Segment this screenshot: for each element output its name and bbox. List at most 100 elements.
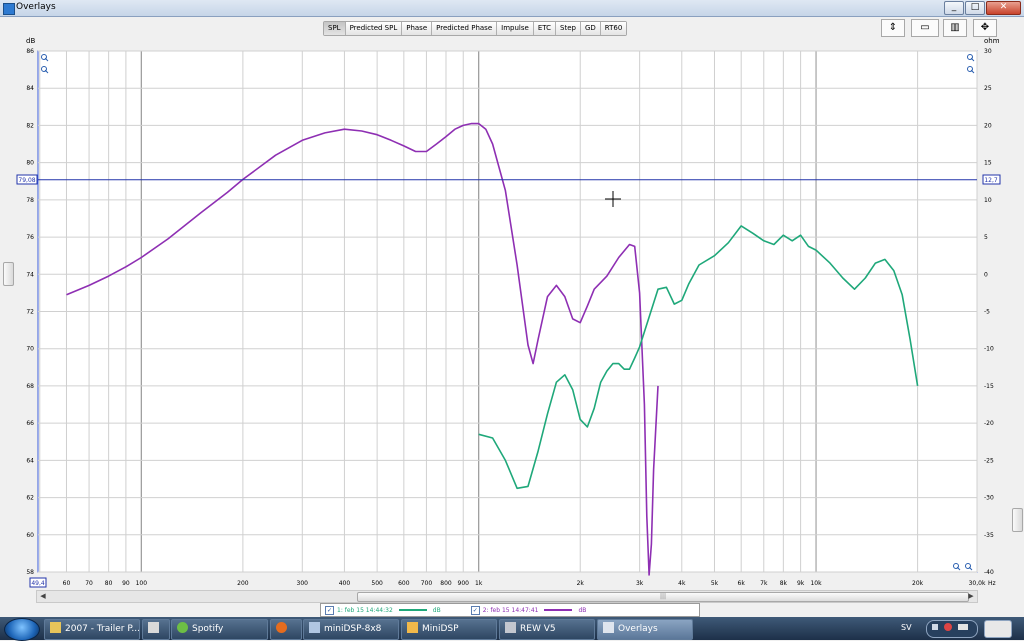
y2-tick-label: 20	[984, 122, 992, 129]
y-tick-label: 86	[26, 48, 34, 55]
system-tray: SV	[900, 617, 1024, 640]
taskbar-label: Overlays	[618, 624, 658, 634]
taskbar-item-minidsp-8x8[interactable]: miniDSP-8x8	[303, 619, 399, 640]
x-tick-label: 1k	[475, 580, 483, 587]
y-tick-label: 76	[26, 234, 34, 241]
folder-icon	[50, 622, 61, 633]
y2-tick-label: 0	[984, 271, 988, 278]
y-tick-label: 62	[26, 495, 34, 502]
tray-network-icon[interactable]	[958, 624, 968, 630]
y2-tick-label: -15	[984, 383, 994, 390]
x-tick-label: 700	[421, 580, 433, 587]
taskbar-label: REW V5	[520, 624, 556, 634]
x-tick-label: 900	[458, 580, 470, 587]
spl-overlay-graph[interactable]: 60 70 80 90 100 200 300 400 500 600 700 800 900 1k 2k 3…	[0, 0, 1024, 600]
x-tick-label: 90	[122, 580, 130, 587]
x-tick-label: 20k	[912, 580, 924, 587]
x-tick-label: 500	[371, 580, 383, 587]
taskbar-item-firefox[interactable]	[270, 619, 302, 640]
y-tick-label: 60	[26, 532, 34, 539]
freq-cursor-box: 49,4	[29, 577, 47, 588]
x-tick-label: 3k	[636, 580, 644, 587]
firefox-icon	[276, 622, 287, 633]
y-tick-label: 74	[26, 271, 34, 278]
x-tick-label: 9k	[797, 580, 805, 587]
x-tick-label: 5k	[711, 580, 719, 587]
x-tick-label: 4k	[678, 580, 686, 587]
x-tick-label: 8k	[780, 580, 788, 587]
y2-tick-label: -5	[984, 309, 990, 316]
x-tick-label: 80	[105, 580, 113, 587]
taskbar-item-overlays[interactable]: Overlays	[597, 619, 693, 640]
spotify-icon	[177, 622, 188, 633]
freq-cursor-value: 49,4	[31, 580, 45, 587]
legend-checkbox-2[interactable]: ✓	[470, 605, 480, 615]
minidsp-icon	[309, 622, 320, 633]
tray-app-icon[interactable]	[932, 624, 938, 630]
taskbar-item-trailer[interactable]: 2007 - Trailer P...	[44, 619, 140, 640]
y-tick-label: 68	[26, 383, 34, 390]
legend-unit-2: dB	[578, 606, 587, 614]
taskbar-item-media[interactable]	[142, 619, 170, 640]
keyboard-icon[interactable]	[984, 620, 1012, 638]
scroll-right-arrow-icon[interactable]: ▶	[966, 591, 976, 601]
taskbar-item-minidsp[interactable]: MiniDSP	[401, 619, 497, 640]
horizontal-scroll-thumb[interactable]: |||	[357, 592, 969, 602]
x-tick-label: 400	[339, 580, 351, 587]
cursor-left-box: 79,08	[16, 174, 38, 185]
y-tick-label: 66	[26, 420, 34, 427]
language-indicator[interactable]: SV	[901, 623, 912, 632]
overlays-window-icon	[603, 622, 614, 633]
y-tick-label: 78	[26, 197, 34, 204]
x-tick-label: 800	[440, 580, 452, 587]
y2-tick-label: -25	[984, 457, 994, 464]
taskbar-label: MiniDSP	[422, 624, 459, 634]
legend-swatch-2	[544, 609, 573, 611]
x-tick-label: 300	[297, 580, 309, 587]
tray-alert-icon[interactable]	[944, 623, 952, 631]
y2-tick-label: 25	[984, 85, 992, 92]
taskbar-label: miniDSP-8x8	[324, 624, 382, 634]
legend-unit-1: dB	[432, 606, 441, 614]
start-button[interactable]	[4, 618, 40, 641]
y-tick-label: 58	[26, 569, 34, 576]
legend-swatch-1	[398, 609, 427, 611]
taskbar-item-rew[interactable]: REW V5	[499, 619, 595, 640]
y-tick-label: 80	[26, 160, 34, 167]
x-tick-label: 6k	[738, 580, 746, 587]
scroll-left-arrow-icon[interactable]: ◀	[38, 591, 48, 601]
y2-tick-label: 30	[984, 48, 992, 55]
taskbar: 2007 - Trailer P... Spotify miniDSP-8x8 …	[0, 617, 1024, 641]
y-tick-label: 64	[26, 457, 34, 464]
cursor-right-value: 12,7	[984, 177, 998, 184]
y2-tick-label: -35	[984, 532, 994, 539]
y-tick-label: 84	[26, 85, 34, 92]
legend-label-1[interactable]: 1: feb 15 14:44:32	[337, 607, 393, 614]
measurement-legend: ✓ 1: feb 15 14:44:32 dB ✓ 2: feb 15 14:4…	[320, 603, 700, 617]
y2-tick-label: -30	[984, 495, 994, 502]
legend-checkbox-1[interactable]: ✓	[325, 605, 334, 615]
rew-icon	[505, 622, 516, 633]
x-tick-label: 7k	[760, 580, 768, 587]
y2-tick-label: 5	[984, 234, 988, 241]
y-tick-label: 70	[26, 346, 34, 353]
taskbar-item-spotify[interactable]: Spotify	[171, 619, 268, 640]
y2-tick-label: -10	[984, 346, 994, 353]
horizontal-scrollbar[interactable]: ◀ ||| ▶	[36, 590, 978, 603]
x-tick-label: 70	[85, 580, 93, 587]
legend-label-2[interactable]: 2: feb 15 14:47:41	[483, 607, 539, 614]
x-tick-label: 30,0k	[969, 580, 986, 587]
y2-tick-label: -20	[984, 420, 994, 427]
y2-tick-label: -40	[984, 569, 994, 576]
x-tick-label: 600	[398, 580, 410, 587]
y-tick-label: 82	[26, 122, 34, 129]
y2-tick-label: 15	[984, 160, 992, 167]
media-player-icon	[148, 622, 159, 633]
taskbar-label: 2007 - Trailer P...	[65, 624, 140, 634]
taskbar-label: Spotify	[192, 624, 224, 634]
x-tick-label: 100	[136, 580, 148, 587]
x-tick-label: 200	[237, 580, 249, 587]
x-tick-label: 10k	[810, 580, 822, 587]
minidsp-window-icon	[407, 622, 418, 633]
x-tick-label: 2k	[577, 580, 585, 587]
